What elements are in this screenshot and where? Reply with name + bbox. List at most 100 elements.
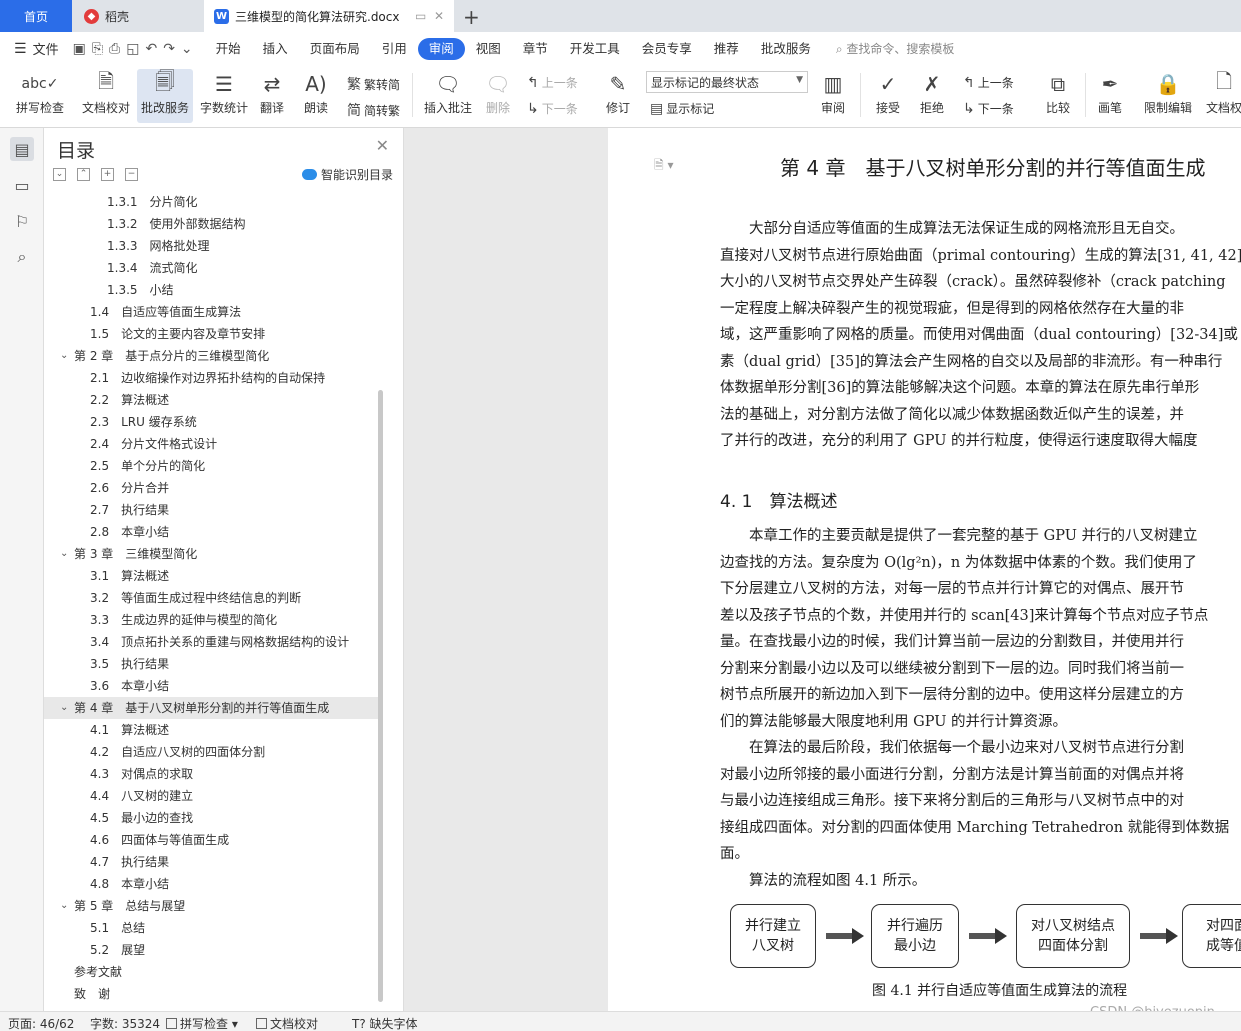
close-tab-icon[interactable]: ✕ bbox=[434, 9, 444, 23]
track-changes-button[interactable]: ✎ 修订 bbox=[600, 69, 636, 123]
chevron-down-icon[interactable]: ⌄ bbox=[60, 895, 68, 917]
chevron-down-icon[interactable]: ⌄ bbox=[60, 543, 68, 565]
page-options-icon[interactable]: 🗎 ▾ bbox=[654, 156, 674, 177]
expand-up-icon[interactable]: ⌃ bbox=[77, 168, 90, 181]
toc-icon[interactable]: ▤ bbox=[10, 137, 34, 161]
next-comment-button[interactable]: ↳ 下一条 bbox=[527, 100, 578, 117]
status-spell-check[interactable]: 拼写检查 ▾ bbox=[166, 1015, 238, 1031]
search-icon[interactable]: ⌕ bbox=[10, 245, 34, 269]
toc-item[interactable]: 2.1 边收缩操作对边界拓扑结构的自动保持 bbox=[44, 367, 382, 389]
scrollbar[interactable] bbox=[378, 390, 383, 1002]
simp-to-trad-button[interactable]: 简简转繁 bbox=[347, 100, 400, 120]
file-menu[interactable]: ☰ 文件 bbox=[14, 39, 59, 59]
tab-home[interactable]: 首页 bbox=[0, 0, 72, 32]
toc-item[interactable]: 3.5 执行结果 bbox=[44, 653, 382, 675]
menu-tab[interactable]: 视图 bbox=[465, 38, 512, 60]
pen-button[interactable]: ✒ 画笔 bbox=[1092, 69, 1128, 123]
toc-item[interactable]: 致 谢 bbox=[44, 983, 382, 1005]
translate-button[interactable]: ⇄ 翻译 bbox=[254, 69, 290, 123]
menu-tab[interactable]: 批改服务 bbox=[750, 38, 822, 60]
toc-item[interactable]: 4.8 本章小结 bbox=[44, 873, 382, 895]
toc-item[interactable]: 4.3 对偶点的求取 bbox=[44, 763, 382, 785]
toc-item[interactable]: 4.6 四面体与等值面生成 bbox=[44, 829, 382, 851]
toc-item[interactable]: 4.7 执行结果 bbox=[44, 851, 382, 873]
next-change-button[interactable]: ↳ 下一条 bbox=[963, 100, 1014, 117]
toc-item[interactable]: 1.4 自适应等值面生成算法 bbox=[44, 301, 382, 323]
chevron-down-icon[interactable]: ⌄ bbox=[60, 697, 68, 719]
status-missing-font[interactable]: T? 缺失字体 bbox=[352, 1015, 418, 1031]
toc-item[interactable]: 参考文献 bbox=[44, 961, 382, 983]
markup-state-select[interactable]: 显示标记的最终状态 ▼ bbox=[646, 71, 808, 93]
document-page[interactable]: 🗎 ▾ 第 4 章 基于八叉树单形分割的并行等值面生成 大部分自适应等值面的生成… bbox=[608, 128, 1241, 1011]
menu-tab[interactable]: 开始 bbox=[205, 38, 252, 60]
toc-item[interactable]: 3.6 本章小结 bbox=[44, 675, 382, 697]
prev-comment-button[interactable]: ↰ 上一条 bbox=[527, 74, 578, 91]
toc-item[interactable]: 2.6 分片合并 bbox=[44, 477, 382, 499]
toc-item[interactable]: 3.1 算法概述 bbox=[44, 565, 382, 587]
doc-proof-button[interactable]: 🗎 文档校对 bbox=[76, 69, 136, 123]
toc-item[interactable]: 1.3.5 小结 bbox=[44, 279, 382, 301]
toc-item[interactable]: 5.1 总结 bbox=[44, 917, 382, 939]
toc-item[interactable]: 2.3 LRU 缓存系统 bbox=[44, 411, 382, 433]
toc-item[interactable]: ⌄ 第 3 章 三维模型简化 bbox=[44, 543, 382, 565]
menu-tab[interactable]: 章节 bbox=[512, 38, 559, 60]
word-count-button[interactable]: ☰ 字数统计 bbox=[197, 69, 251, 123]
doc-permission-button[interactable]: 🗋 文档权 bbox=[1200, 69, 1241, 123]
toc-item[interactable]: 3.3 生成边界的延伸与模型的简化 bbox=[44, 609, 382, 631]
toc-item[interactable]: 4.1 算法概述 bbox=[44, 719, 382, 741]
toc-item[interactable]: ⌄ 第 2 章 基于点分片的三维模型简化 bbox=[44, 345, 382, 367]
toc-item[interactable]: 1.3.1 分片简化 bbox=[44, 191, 382, 213]
close-icon[interactable]: ✕ bbox=[376, 136, 389, 155]
menu-tab[interactable]: 插入 bbox=[252, 38, 299, 60]
redo-icon[interactable]: ↷ bbox=[163, 41, 175, 57]
save-icon[interactable]: ▣ bbox=[73, 41, 86, 57]
screen-icon[interactable]: ▭ bbox=[415, 9, 426, 23]
toc-item[interactable]: ⌄ 第 5 章 总结与展望 bbox=[44, 895, 382, 917]
menu-tab[interactable]: 审阅 bbox=[417, 37, 465, 60]
menu-tab[interactable]: 页面布局 bbox=[299, 38, 371, 60]
chapter-icon[interactable]: ▭ bbox=[10, 173, 34, 197]
collapse-all-icon[interactable]: ⌄ bbox=[53, 168, 66, 181]
toc-item[interactable]: 3.4 顶点拓扑关系的重建与网格数据结构的设计 bbox=[44, 631, 382, 653]
toc-item[interactable]: 1.3.3 网格批处理 bbox=[44, 235, 382, 257]
review-pane-button[interactable]: ▥ 审阅 bbox=[815, 69, 851, 123]
toc-item[interactable]: 2.7 执行结果 bbox=[44, 499, 382, 521]
toc-item[interactable]: 1.5 论文的主要内容及章节安排 bbox=[44, 323, 382, 345]
preview-icon[interactable]: ◱ bbox=[126, 41, 139, 57]
smart-toc-button[interactable]: 智能识别目录 bbox=[301, 166, 393, 183]
toc-item[interactable]: 4.5 最小边的查找 bbox=[44, 807, 382, 829]
insert-comment-button[interactable]: 🗨 插入批注 bbox=[420, 69, 476, 123]
undo-icon[interactable]: ↶ bbox=[145, 41, 157, 57]
accept-button[interactable]: ✓ 接受 bbox=[870, 69, 906, 123]
spell-check-button[interactable]: abc✓ 拼写检查 bbox=[8, 69, 72, 123]
menu-tab[interactable]: 会员专享 bbox=[631, 38, 703, 60]
minus-icon[interactable]: − bbox=[125, 168, 138, 181]
trad-to-simp-button[interactable]: 繁繁转简 bbox=[347, 74, 400, 94]
compare-button[interactable]: ⧉ 比较 bbox=[1040, 69, 1076, 123]
new-tab-icon[interactable]: + bbox=[463, 5, 480, 29]
toc-item[interactable]: ⌄ 第 4 章 基于八叉树单形分割的并行等值面生成 bbox=[44, 697, 382, 719]
toc-item[interactable]: 2.5 单个分片的简化 bbox=[44, 455, 382, 477]
delete-comment-button[interactable]: 🗨 删除 bbox=[480, 69, 516, 123]
status-doc-proof[interactable]: 文档校对 bbox=[256, 1015, 318, 1031]
toc-item[interactable]: 4.2 自适应八叉树的四面体分割 bbox=[44, 741, 382, 763]
menu-tab[interactable]: 引用 bbox=[371, 38, 418, 60]
show-markup-button[interactable]: ▤ 显示标记 bbox=[650, 100, 714, 117]
print-icon[interactable]: ⎙ bbox=[109, 41, 120, 57]
menu-tab[interactable]: 推荐 bbox=[703, 38, 750, 60]
toc-item[interactable]: 4.4 八叉树的建立 bbox=[44, 785, 382, 807]
command-search[interactable]: ⌕ 查找命令、搜索模板 bbox=[836, 40, 955, 57]
toc-item[interactable]: 2.4 分片文件格式设计 bbox=[44, 433, 382, 455]
chevron-down-icon[interactable]: ⌄ bbox=[60, 345, 68, 367]
restrict-editing-button[interactable]: 🔒 限制编辑 bbox=[1140, 69, 1196, 123]
toc-item[interactable]: 2.2 算法概述 bbox=[44, 389, 382, 411]
bookmark-icon[interactable]: ⚐ bbox=[10, 209, 34, 233]
more-icon[interactable]: ⌄ bbox=[181, 41, 193, 57]
tab-daoke[interactable]: ◆ 稻壳 bbox=[74, 0, 202, 32]
menu-tab[interactable]: 开发工具 bbox=[559, 38, 631, 60]
page-indicator[interactable]: 页面: 46/62 bbox=[8, 1015, 74, 1031]
prev-change-button[interactable]: ↰ 上一条 bbox=[963, 74, 1014, 91]
tab-document[interactable]: W 三维模型的简化算法研究.docx ▭ ✕ bbox=[204, 0, 454, 32]
toc-item[interactable]: 3.2 等值面生成过程中终结信息的判断 bbox=[44, 587, 382, 609]
toc-item[interactable]: 1.3.4 流式简化 bbox=[44, 257, 382, 279]
